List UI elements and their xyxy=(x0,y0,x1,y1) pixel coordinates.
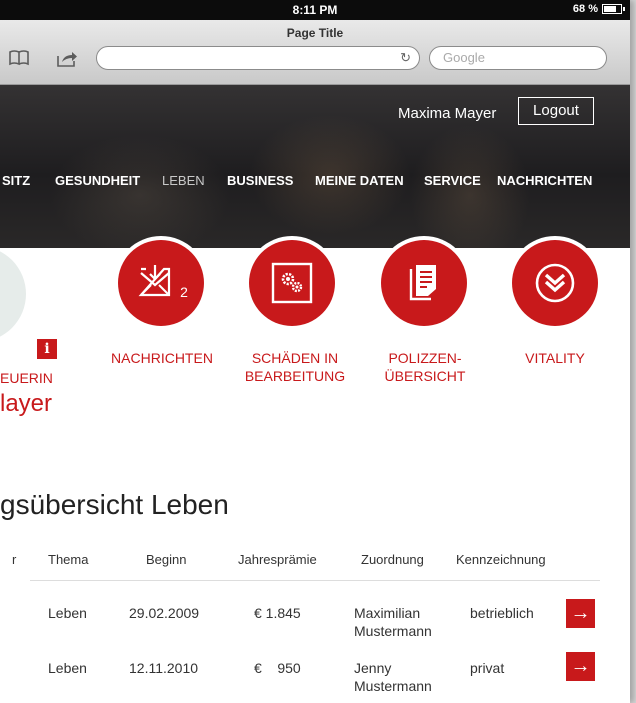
column-header: Zuordnung xyxy=(361,552,424,567)
cell-praemie: € 950 xyxy=(254,660,301,676)
share-icon[interactable] xyxy=(56,50,78,70)
cell-beginn: 12.11.2010 xyxy=(129,660,199,676)
address-bar[interactable]: ↻ xyxy=(96,46,420,70)
cell-thema: Leben xyxy=(48,660,87,676)
column-header: Beginn xyxy=(146,552,187,567)
battery-icon xyxy=(602,4,625,14)
bookmarks-icon[interactable] xyxy=(8,50,30,70)
quick-link-label[interactable]: SCHÄDEN IN BEARBEITUNG xyxy=(236,349,354,385)
row-detail-arrow-icon[interactable]: → xyxy=(566,652,595,681)
nav-item-service[interactable]: SERVICE xyxy=(424,173,481,188)
nav-item-sitz[interactable]: SITZ xyxy=(2,173,30,188)
documents-icon xyxy=(381,240,467,326)
quick-link-polizzen[interactable] xyxy=(377,236,471,330)
section-title: gsübersicht Leben xyxy=(0,489,229,520)
cell-thema: Leben xyxy=(48,605,87,621)
logout-button[interactable]: Logout xyxy=(518,97,594,125)
quick-link-label[interactable]: VITALITY xyxy=(510,349,600,367)
mail-download-icon: 2 xyxy=(118,240,204,326)
tablet-screen: 8:11 PM 68 % Page Title ↻ Google Maxima … xyxy=(0,0,630,703)
quick-link-label-line: VITALITY xyxy=(525,350,585,366)
cell-zuordnung: Maximilian Mustermann xyxy=(354,604,432,640)
cell-zuordnung-line: Jenny xyxy=(354,660,392,676)
cell-beginn: 29.02.2009 xyxy=(129,605,200,621)
chevron-shield-icon xyxy=(512,240,598,326)
nav-item-leben[interactable]: LEBEN xyxy=(162,173,205,188)
column-header: Thema xyxy=(48,552,89,567)
cell-zuordnung-line: Maximilian xyxy=(354,605,421,621)
status-time: 8:11 PM xyxy=(292,3,338,17)
avatar xyxy=(0,246,26,342)
nav-item-gesundheit[interactable]: GESUNDHEIT xyxy=(55,173,140,188)
info-icon[interactable]: i xyxy=(37,339,57,359)
hero-banner: Maxima Mayer Logout SITZ GESUNDHEIT LEBE… xyxy=(0,85,630,248)
cell-zuordnung-line: Mustermann xyxy=(354,623,432,639)
user-name: Maxima Mayer xyxy=(398,105,497,122)
quick-link-nachrichten[interactable]: 2 xyxy=(114,236,208,330)
quick-link-label-line: BEARBEITUNG xyxy=(244,368,346,384)
quick-link-label-line: POLIZZEN- xyxy=(388,350,462,366)
quick-link-label[interactable]: NACHRICHTEN xyxy=(102,349,222,367)
advisor-name: layer xyxy=(0,390,53,417)
browser-toolbar: Page Title ↻ Google xyxy=(0,20,630,85)
search-field[interactable]: Google xyxy=(429,46,607,70)
quick-link-label[interactable]: POLIZZEN- ÜBERSICHT xyxy=(370,349,480,385)
quick-link-label-line: ÜBERSICHT xyxy=(384,368,466,384)
battery-percent: 68 % xyxy=(572,3,598,15)
table-divider xyxy=(30,580,600,581)
column-header: Jahresprämie xyxy=(238,552,317,567)
cell-zuordnung-line: Mustermann xyxy=(354,678,432,694)
status-bar: 8:11 PM 68 % xyxy=(0,0,630,20)
column-header: Kennzeichnung xyxy=(456,552,546,567)
cell-praemie: € 1.845 xyxy=(254,605,301,621)
quick-link-vitality[interactable] xyxy=(508,236,602,330)
gears-icon xyxy=(249,240,335,326)
battery-indicator: 68 % xyxy=(572,3,625,15)
quick-link-schaeden[interactable] xyxy=(245,236,339,330)
reload-icon[interactable]: ↻ xyxy=(400,50,411,66)
advisor-label: EUERIN xyxy=(0,370,53,386)
nav-item-nachrichten[interactable]: NACHRICHTEN xyxy=(497,173,592,188)
page-title: Page Title xyxy=(286,26,344,40)
column-header: r xyxy=(12,552,17,567)
cell-kennzeichnung: betrieblich xyxy=(470,605,534,621)
message-count-badge: 2 xyxy=(180,284,188,300)
nav-item-meine-daten[interactable]: MEINE DATEN xyxy=(315,173,404,188)
nav-item-business[interactable]: BUSINESS xyxy=(227,173,293,188)
quick-link-label-line: SCHÄDEN IN xyxy=(251,350,339,366)
quick-link-label-line: NACHRICHTEN xyxy=(111,350,213,366)
cell-zuordnung: Jenny Mustermann xyxy=(354,659,432,695)
cell-kennzeichnung: privat xyxy=(470,660,505,676)
row-detail-arrow-icon[interactable]: → xyxy=(566,599,595,628)
